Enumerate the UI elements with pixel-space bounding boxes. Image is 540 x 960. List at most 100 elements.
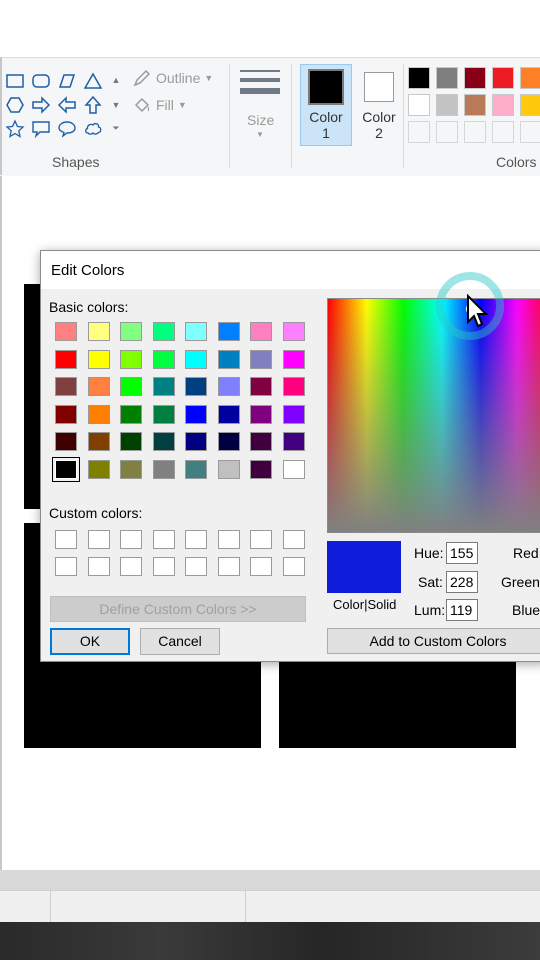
rounded-rectangle-shape-icon[interactable] <box>30 70 52 92</box>
basic-color-swatch[interactable] <box>152 322 175 341</box>
basic-color-swatch[interactable] <box>217 322 240 341</box>
oval-callout-shape-icon[interactable] <box>56 118 78 140</box>
shapes-scroll-up-icon[interactable]: ▲ <box>110 74 122 86</box>
basic-color-swatch[interactable] <box>282 459 305 479</box>
custom-color-swatch[interactable] <box>55 530 77 549</box>
palette-color-swatch[interactable] <box>464 94 486 116</box>
lum-input[interactable]: 119 <box>446 599 478 621</box>
custom-color-swatch[interactable] <box>282 530 305 549</box>
basic-color-swatch[interactable] <box>217 377 240 396</box>
basic-color-swatch[interactable] <box>55 349 77 369</box>
color2-button[interactable]: Color 2 <box>353 64 405 146</box>
basic-color-swatch[interactable] <box>55 377 77 396</box>
palette-color-swatch[interactable] <box>436 121 458 143</box>
custom-color-swatch[interactable] <box>152 557 175 576</box>
palette-color-swatch[interactable] <box>464 121 486 143</box>
outline-button[interactable]: Outline ▼ <box>132 68 213 88</box>
up-arrow-shape-icon[interactable] <box>82 94 104 116</box>
palette-color-swatch[interactable] <box>408 94 430 116</box>
basic-color-swatch[interactable] <box>87 377 110 396</box>
ok-button[interactable]: OK <box>50 628 130 655</box>
basic-color-swatch[interactable] <box>87 322 110 341</box>
hue-input[interactable]: 155 <box>446 542 478 564</box>
custom-color-swatch[interactable] <box>217 557 240 576</box>
basic-color-swatch[interactable] <box>250 432 272 451</box>
basic-color-swatch[interactable] <box>152 459 175 479</box>
basic-color-swatch[interactable] <box>282 404 305 424</box>
star-shape-icon[interactable] <box>4 118 26 140</box>
basic-color-swatch[interactable] <box>152 404 175 424</box>
palette-color-swatch[interactable] <box>436 94 458 116</box>
basic-color-swatch[interactable] <box>250 322 272 341</box>
basic-color-swatch[interactable] <box>152 377 175 396</box>
basic-color-swatch[interactable] <box>217 349 240 369</box>
custom-color-swatch[interactable] <box>250 530 272 549</box>
basic-color-swatch[interactable] <box>120 404 142 424</box>
basic-color-swatch[interactable] <box>282 322 305 341</box>
custom-color-swatch[interactable] <box>120 557 142 576</box>
basic-color-swatch[interactable] <box>282 432 305 451</box>
hexagon-shape-icon[interactable] <box>4 94 26 116</box>
custom-color-swatch[interactable] <box>250 557 272 576</box>
basic-color-swatch[interactable] <box>250 459 272 479</box>
triangle-shape-icon[interactable] <box>82 70 104 92</box>
basic-color-swatch[interactable] <box>152 349 175 369</box>
basic-color-swatch[interactable] <box>250 377 272 396</box>
rectangle-shape-icon[interactable] <box>4 70 26 92</box>
basic-color-swatch[interactable] <box>185 322 207 341</box>
left-arrow-shape-icon[interactable] <box>56 94 78 116</box>
custom-color-swatch[interactable] <box>185 530 207 549</box>
custom-color-swatch[interactable] <box>185 557 207 576</box>
palette-color-swatch[interactable] <box>520 94 540 116</box>
basic-color-swatch[interactable] <box>87 432 110 451</box>
basic-color-swatch[interactable] <box>185 349 207 369</box>
color1-button[interactable]: Color 1 <box>300 64 352 146</box>
palette-color-swatch[interactable] <box>464 67 486 89</box>
basic-color-swatch[interactable] <box>87 404 110 424</box>
basic-color-swatch[interactable] <box>185 404 207 424</box>
add-to-custom-colors-button[interactable]: Add to Custom Colors <box>327 628 540 654</box>
basic-color-swatch[interactable] <box>152 432 175 451</box>
basic-color-swatch[interactable] <box>217 404 240 424</box>
custom-color-swatch[interactable] <box>120 530 142 549</box>
basic-color-swatch[interactable] <box>87 349 110 369</box>
palette-color-swatch[interactable] <box>520 67 540 89</box>
basic-color-swatch[interactable] <box>55 404 77 424</box>
basic-color-swatch[interactable] <box>185 432 207 451</box>
custom-color-swatch[interactable] <box>87 530 110 549</box>
custom-color-swatch[interactable] <box>217 530 240 549</box>
basic-color-swatch[interactable] <box>120 459 142 479</box>
size-button[interactable] <box>240 70 280 104</box>
basic-color-swatch[interactable] <box>55 432 77 451</box>
fill-button[interactable]: Fill ▼ <box>132 95 187 115</box>
palette-color-swatch[interactable] <box>436 67 458 89</box>
shapes-expand-icon[interactable]: ⏷ <box>110 122 122 134</box>
palette-color-swatch[interactable] <box>408 67 430 89</box>
custom-color-swatch[interactable] <box>152 530 175 549</box>
basic-color-swatch[interactable] <box>120 432 142 451</box>
palette-color-swatch[interactable] <box>492 94 514 116</box>
basic-color-swatch[interactable] <box>87 459 110 479</box>
cancel-button[interactable]: Cancel <box>140 628 220 655</box>
rect-callout-shape-icon[interactable] <box>30 118 52 140</box>
basic-color-swatch[interactable] <box>250 349 272 369</box>
define-custom-colors-button[interactable]: Define Custom Colors >> <box>50 596 306 622</box>
custom-color-swatch[interactable] <box>282 557 305 576</box>
custom-color-swatch[interactable] <box>55 557 77 576</box>
cloud-callout-shape-icon[interactable] <box>82 118 104 140</box>
horizontal-scrollbar[interactable] <box>0 870 540 890</box>
basic-color-swatch[interactable] <box>282 349 305 369</box>
basic-color-swatch[interactable] <box>217 432 240 451</box>
basic-color-swatch[interactable] <box>55 322 77 341</box>
basic-color-swatch[interactable] <box>282 377 305 396</box>
basic-color-swatch[interactable] <box>52 456 80 482</box>
basic-color-swatch[interactable] <box>250 404 272 424</box>
basic-color-swatch[interactable] <box>120 349 142 369</box>
basic-color-swatch[interactable] <box>185 459 207 479</box>
basic-color-swatch[interactable] <box>120 322 142 341</box>
palette-color-swatch[interactable] <box>520 121 540 143</box>
basic-color-swatch[interactable] <box>120 377 142 396</box>
basic-color-swatch[interactable] <box>185 377 207 396</box>
right-arrow-shape-icon[interactable] <box>30 94 52 116</box>
palette-color-swatch[interactable] <box>492 121 514 143</box>
